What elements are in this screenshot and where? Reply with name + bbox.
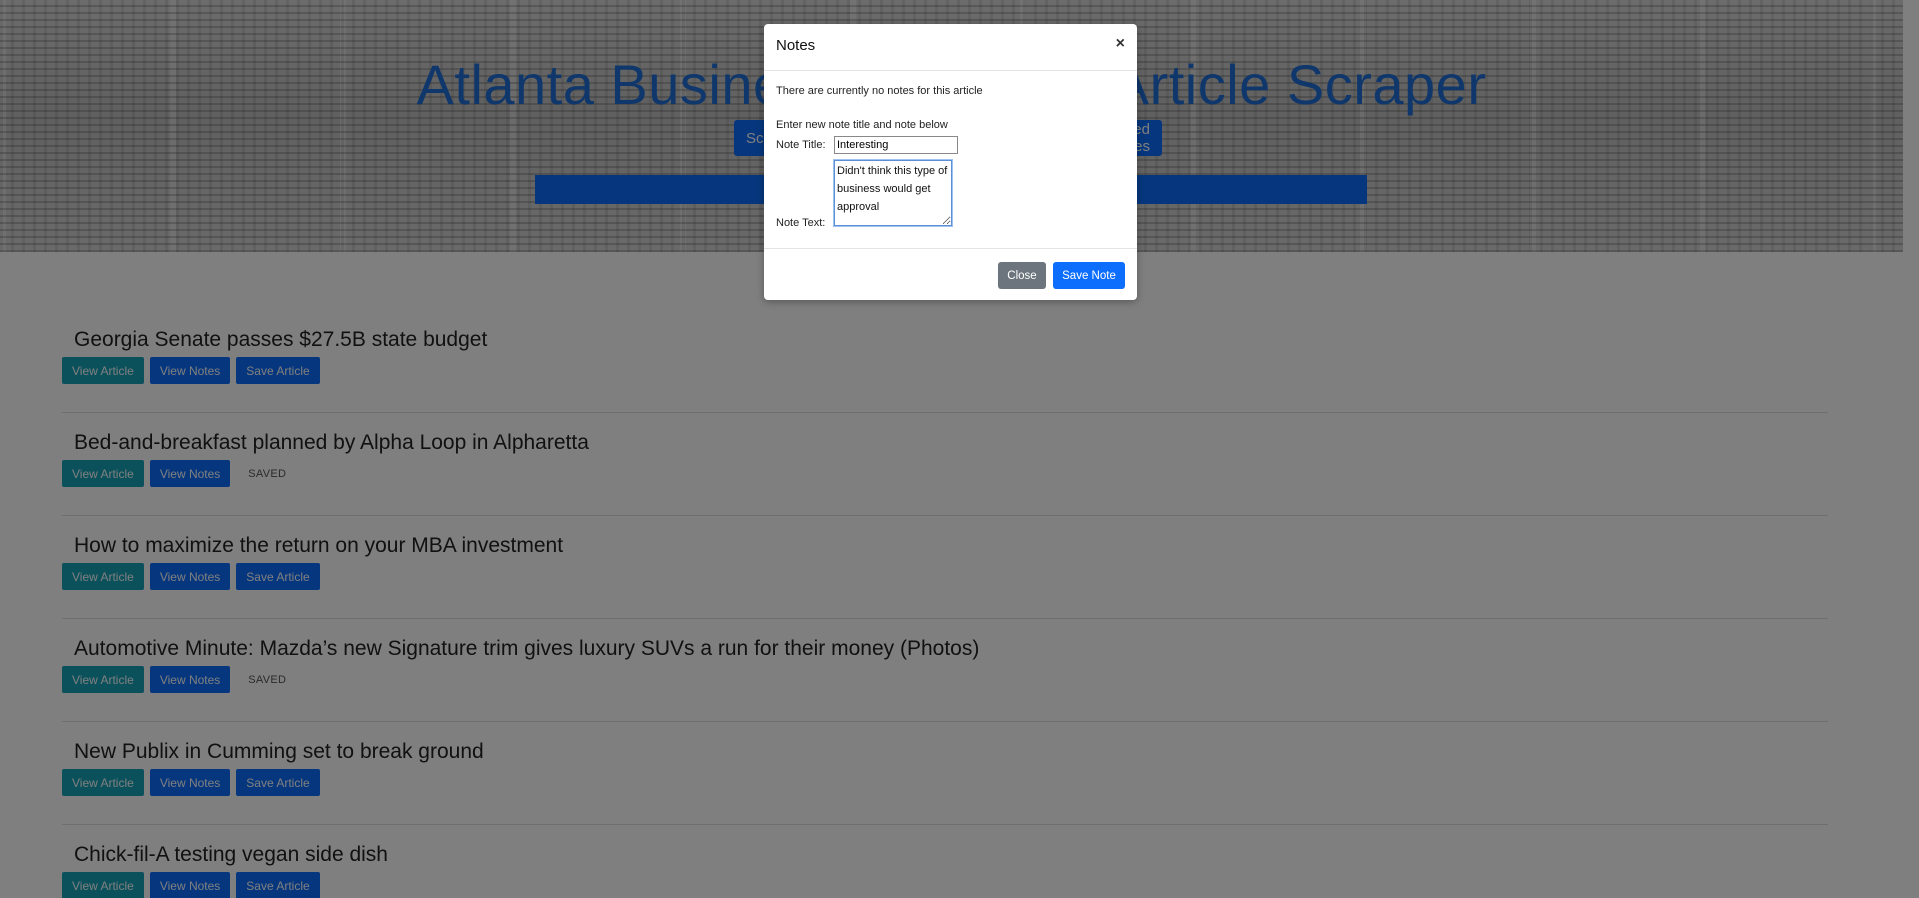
modal-title: Notes bbox=[776, 37, 816, 54]
note-instructions: Enter new note title and note below bbox=[776, 119, 948, 131]
note-title-label: Note Title: bbox=[776, 139, 826, 151]
close-icon[interactable]: × bbox=[1116, 35, 1125, 53]
no-notes-message: There are currently no notes for this ar… bbox=[776, 85, 983, 97]
save-note-button[interactable]: Save Note bbox=[1053, 262, 1125, 289]
notes-modal: Notes × There are currently no notes for… bbox=[764, 24, 1137, 300]
modal-body: There are currently no notes for this ar… bbox=[764, 71, 1137, 249]
note-text-label: Note Text: bbox=[776, 217, 826, 229]
close-button[interactable]: Close bbox=[998, 262, 1046, 289]
modal-footer: Close Save Note bbox=[764, 249, 1137, 301]
note-title-input[interactable] bbox=[834, 136, 958, 154]
modal-header: Notes × bbox=[764, 24, 1137, 71]
page: Atlanta Business Chronicle Article Scrap… bbox=[0, 0, 1919, 898]
note-text-input[interactable]: Didn't think this type of business would… bbox=[834, 160, 952, 226]
